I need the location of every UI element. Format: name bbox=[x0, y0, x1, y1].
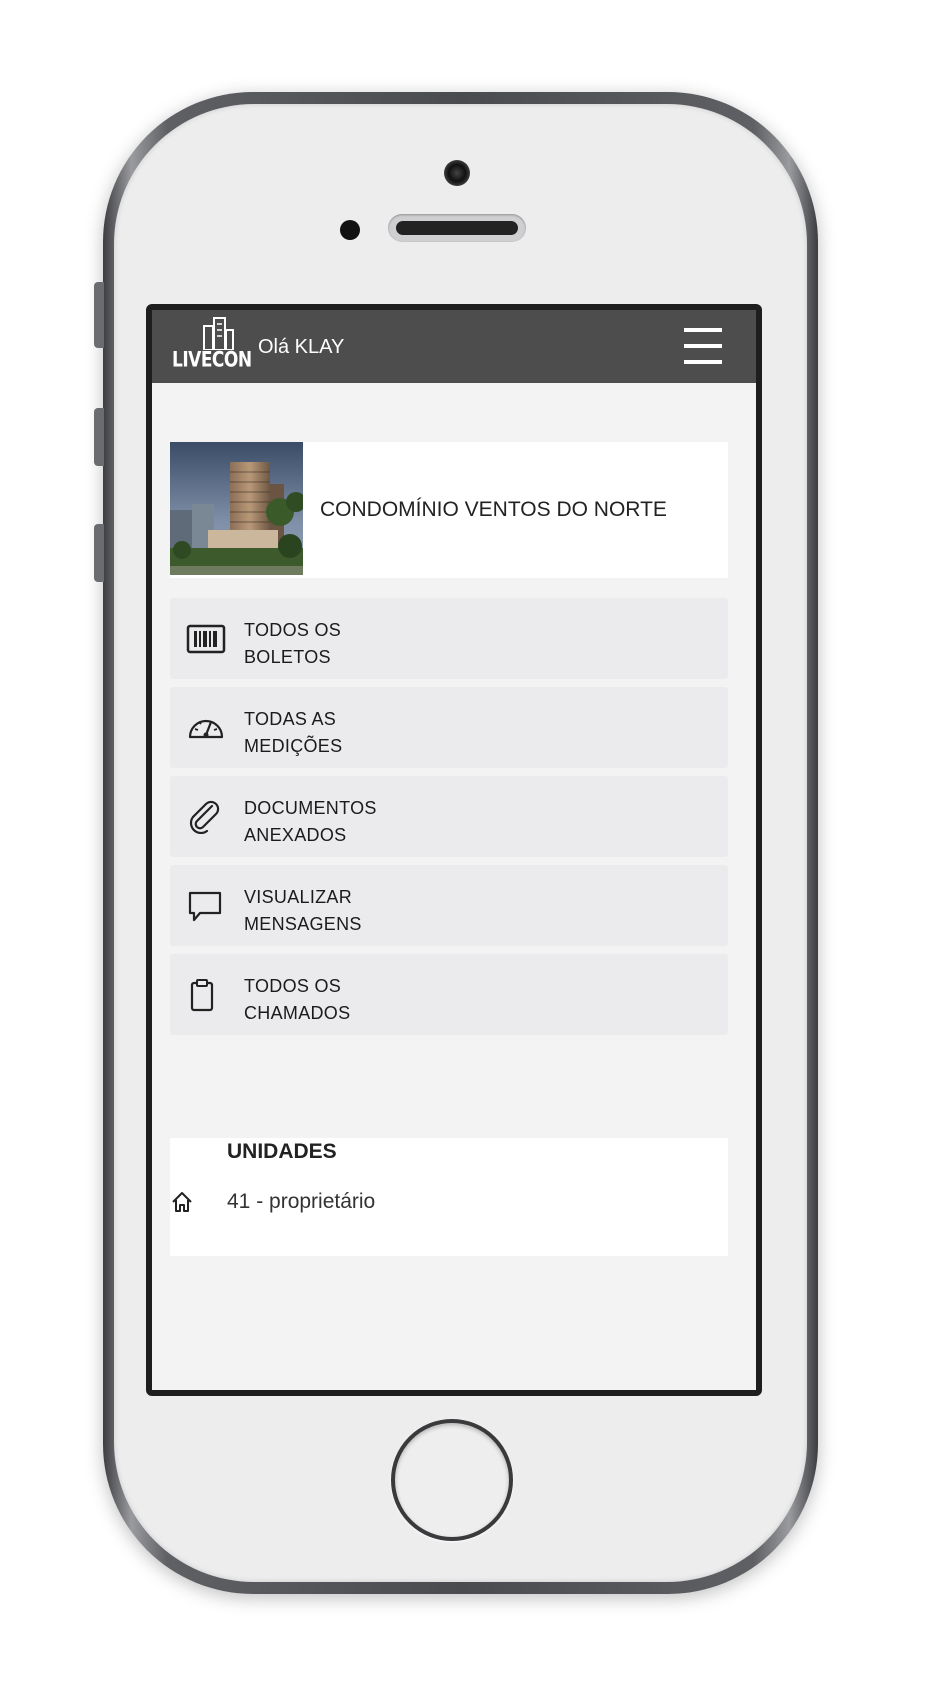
menu-item-boletos[interactable]: TODOS OS BOLETOS bbox=[170, 598, 728, 679]
menu-item-medicoes[interactable]: TODAS AS MEDIÇÕES bbox=[170, 687, 728, 768]
menu-label-line2: MENSAGENS bbox=[244, 914, 362, 934]
units-section: UNIDADES 41 - proprietário bbox=[170, 1138, 728, 1256]
units-title: UNIDADES bbox=[227, 1140, 337, 1163]
menu-label-line2: BOLETOS bbox=[244, 647, 331, 667]
menu-label-line1: TODOS OS bbox=[244, 976, 342, 996]
app-header: LIVECON Olá KLAY bbox=[152, 310, 756, 383]
menu-item-chamados[interactable]: TODOS OS CHAMADOS bbox=[170, 954, 728, 1035]
unit-label: 41 - proprietário bbox=[227, 1190, 376, 1213]
menu-item-label: VISUALIZAR MENSAGENS bbox=[244, 884, 544, 938]
barcode-icon bbox=[186, 624, 226, 654]
building-name: CONDOMÍNIO VENTOS DO NORTE bbox=[320, 498, 667, 521]
earpiece-speaker bbox=[388, 214, 526, 242]
menu-label-line2: CHAMADOS bbox=[244, 1003, 351, 1023]
menu-item-label: DOCUMENTOS ANEXADOS bbox=[244, 795, 544, 849]
menu-item-label: TODOS OS CHAMADOS bbox=[244, 973, 544, 1027]
front-camera bbox=[444, 160, 470, 186]
chat-bubble-icon bbox=[188, 891, 222, 922]
building-logo-icon bbox=[203, 317, 234, 350]
menu-item-mensagens[interactable]: VISUALIZAR MENSAGENS bbox=[170, 865, 728, 946]
volume-up-button bbox=[94, 408, 104, 466]
mute-switch bbox=[94, 282, 104, 348]
proximity-sensor bbox=[340, 220, 360, 240]
menu-item-label: TODOS OS BOLETOS bbox=[244, 617, 544, 671]
livecon-logo: LIVECON bbox=[170, 316, 252, 378]
greeting-text: Olá KLAY bbox=[258, 336, 345, 358]
clipboard-icon bbox=[190, 979, 214, 1012]
menu-label-line1: VISUALIZAR bbox=[244, 887, 353, 907]
home-icon bbox=[172, 1192, 192, 1212]
paperclip-icon bbox=[189, 800, 220, 834]
menu-item-label: TODAS AS MEDIÇÕES bbox=[244, 706, 544, 760]
building-photo bbox=[170, 442, 303, 575]
building-card[interactable]: CONDOMÍNIO VENTOS DO NORTE bbox=[170, 442, 728, 578]
menu-label-line1: DOCUMENTOS bbox=[244, 798, 377, 818]
volume-down-button bbox=[94, 524, 104, 582]
app-screen: LIVECON Olá KLAY CONDOMÍNIO VENTOS DO NO… bbox=[146, 304, 762, 1396]
home-button[interactable] bbox=[391, 1419, 513, 1541]
menu-label-line2: ANEXADOS bbox=[244, 825, 347, 845]
gauge-icon bbox=[188, 719, 224, 739]
logo-text: LIVECON bbox=[172, 347, 252, 373]
menu-label-line2: MEDIÇÕES bbox=[244, 736, 343, 756]
menu-label-line1: TODAS AS bbox=[244, 709, 337, 729]
menu-label-line1: TODOS OS bbox=[244, 620, 342, 640]
menu-item-documentos[interactable]: DOCUMENTOS ANEXADOS bbox=[170, 776, 728, 857]
hamburger-menu-icon[interactable] bbox=[684, 326, 724, 366]
unit-item[interactable]: 41 - proprietário bbox=[170, 1186, 728, 1222]
